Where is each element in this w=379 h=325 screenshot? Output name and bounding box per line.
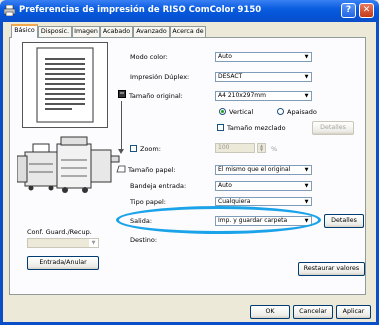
zoom-checkbox[interactable]	[130, 145, 137, 152]
restore-defaults-button[interactable]: Restaurar valores	[298, 262, 365, 276]
original-size-label: Tamaño original:	[129, 92, 183, 100]
printer-icon	[4, 5, 15, 16]
tab-basico[interactable]: Básico	[11, 24, 38, 38]
paper-size-select[interactable]: El mismo que el original ▼	[215, 165, 312, 175]
vertical-radio[interactable]	[219, 108, 226, 115]
mixed-size-label: Tamaño mezclado	[227, 124, 286, 132]
zoom-label: Zoom:	[140, 145, 161, 153]
conf-label: Conf. Guard./Recup.	[27, 228, 92, 236]
paper-type-label: Tipo papel:	[130, 198, 166, 206]
connector-line	[121, 101, 122, 151]
chevron-down-icon: ▼	[302, 198, 311, 205]
close-button[interactable]: ✕	[359, 3, 374, 18]
highlight-ellipse	[116, 206, 321, 234]
duplex-select[interactable]: DESACT ▼	[215, 72, 312, 82]
input-tray-label: Bandeja entrada:	[130, 182, 187, 190]
zoom-input[interactable]: 100	[215, 143, 255, 153]
cancel-button[interactable]: Cancelar	[293, 305, 333, 319]
paper-icon	[116, 165, 126, 173]
paper-size-value: El mismo que el original	[218, 166, 291, 173]
chevron-down-icon: ▼	[89, 239, 98, 247]
original-size-select[interactable]: A4 210x297mm ▼	[215, 91, 312, 101]
paper-type-select[interactable]: Cualquiera ▼	[215, 197, 312, 206]
chevron-down-icon: ▼	[302, 92, 311, 100]
vertical-label: Vertical	[229, 108, 254, 116]
zoom-unit: %	[271, 145, 278, 153]
mixed-size-checkbox[interactable]	[217, 124, 224, 131]
output-details-button[interactable]: Detalles	[324, 214, 364, 228]
tab-acabado[interactable]: Acabado	[100, 26, 133, 37]
ok-button[interactable]: OK	[250, 305, 290, 319]
conf-select[interactable]: ▼	[27, 238, 99, 248]
paper-type-value: Cualquiera	[218, 198, 251, 205]
landscape-label: Apaisado	[287, 108, 317, 116]
tab-disposic[interactable]: Disposic.	[38, 26, 72, 37]
page-preview	[22, 42, 108, 128]
entry-cancel-button[interactable]: Entrada/Anular	[27, 256, 99, 270]
tab-imagen[interactable]: Imagen	[72, 26, 100, 37]
original-size-value: A4 210x297mm	[218, 92, 266, 99]
color-mode-value: Auto	[218, 53, 232, 60]
zoom-value: 100	[218, 144, 230, 151]
printer-image	[17, 136, 120, 193]
landscape-radio[interactable]	[277, 108, 284, 115]
chevron-down-icon: ▼	[302, 73, 311, 81]
zoom-spinner[interactable]: ▲ ▼	[257, 143, 266, 153]
input-tray-select[interactable]: Auto ▼	[215, 181, 312, 191]
duplex-value: DESACT	[218, 73, 243, 80]
help-button[interactable]: ?	[341, 3, 356, 18]
window-title: Preferencias de impresión de RISO ComCol…	[19, 5, 262, 15]
apply-button[interactable]: Aplicar	[336, 305, 371, 319]
input-tray-value: Auto	[218, 182, 232, 189]
paper-size-label: Tamaño papel:	[128, 166, 176, 174]
tab-avanzado[interactable]: Avanzado	[133, 26, 170, 37]
details-button-disabled[interactable]: Detalles	[312, 121, 354, 135]
arrow-down-icon	[118, 149, 124, 154]
duplex-label: Impresión Dúplex:	[130, 73, 190, 81]
title-bar: Preferencias de impresión de RISO ComCol…	[0, 0, 379, 22]
destination-label: Destino:	[130, 236, 158, 244]
color-mode-label: Modo color:	[130, 53, 168, 61]
tab-acerca-de[interactable]: Acerca de	[170, 26, 206, 37]
chevron-down-icon: ▼	[302, 166, 311, 174]
color-mode-select[interactable]: Auto ▼	[215, 52, 312, 62]
chevron-down-icon: ▼	[302, 53, 311, 61]
chevron-down-icon: ▼	[302, 182, 311, 190]
document-icon	[118, 90, 126, 98]
